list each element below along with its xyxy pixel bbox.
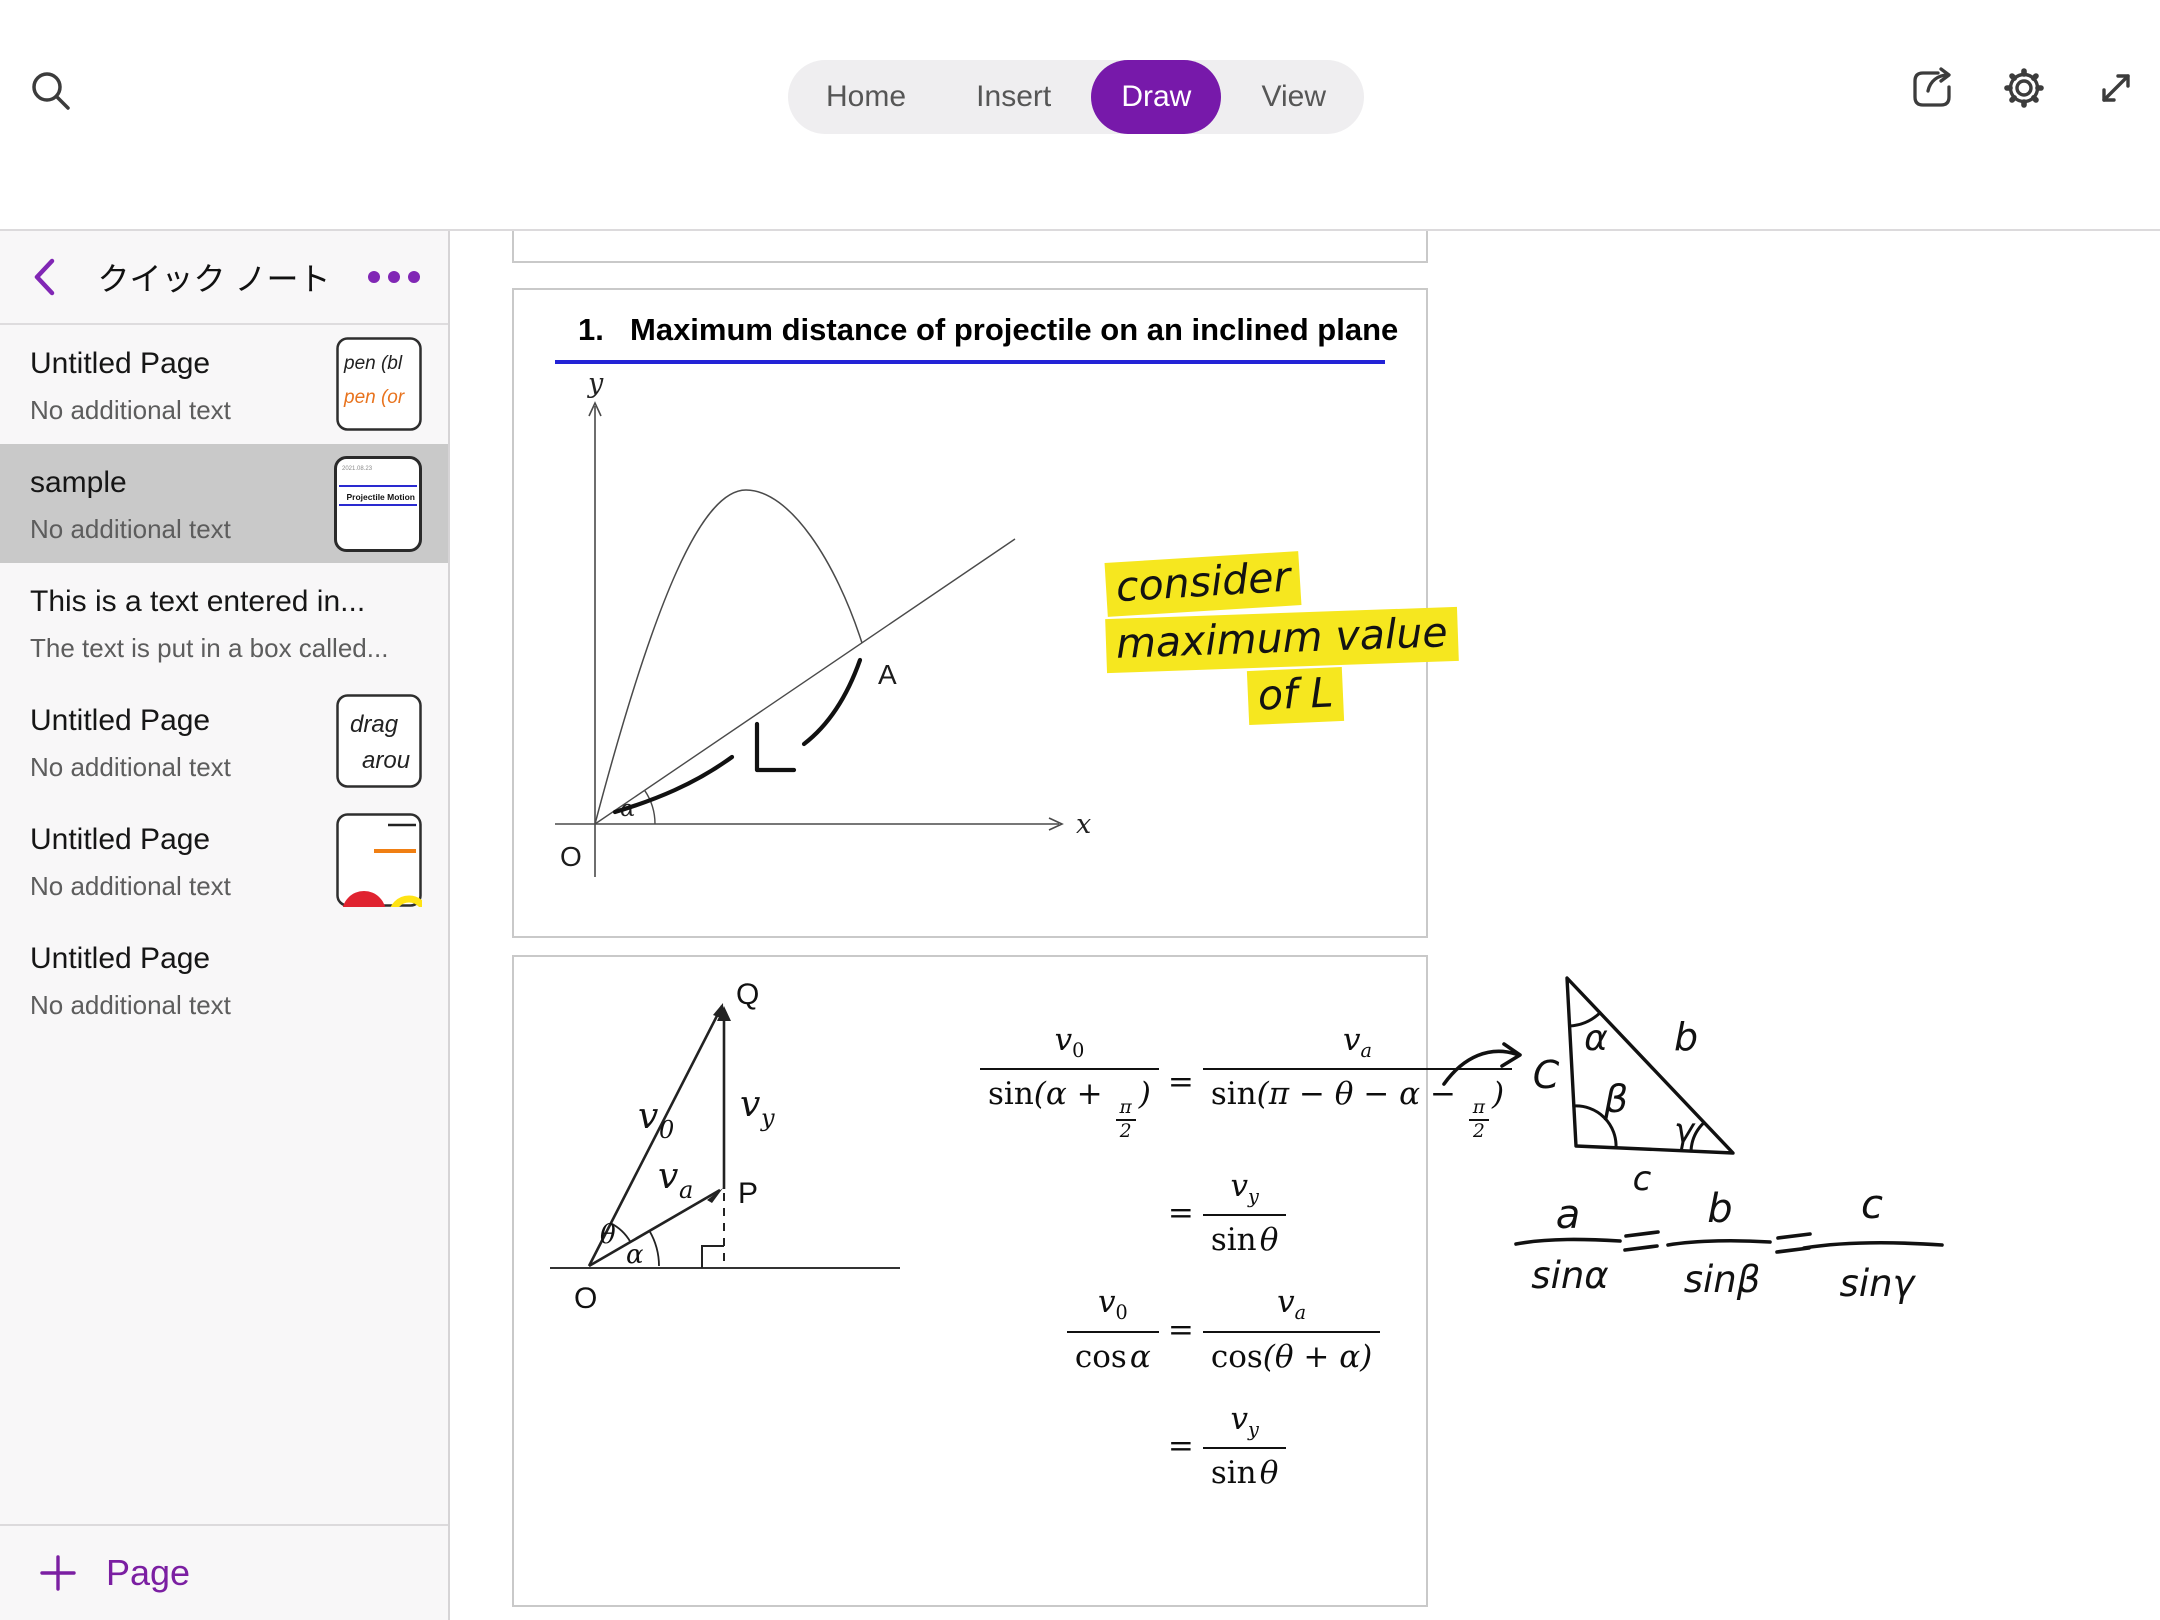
page-list-item[interactable]: This is a text entered in... The text is… <box>0 563 448 682</box>
sine-rule-den3: sinγ <box>1840 1262 1917 1305</box>
graph-origin-label: O <box>560 841 582 872</box>
sine-rule-den2: sinβ <box>1684 1258 1761 1301</box>
back-chevron-icon[interactable] <box>28 255 62 299</box>
diagram-va-label: v <box>658 1156 678 1197</box>
equals-sign: = <box>1159 1064 1203 1100</box>
thumb-ink-text: arou <box>362 747 410 774</box>
triangle-alpha-label: α <box>1584 1018 1608 1059</box>
page-list-item[interactable]: Untitled Page No additional text <box>0 801 448 920</box>
notebook-section-title: クイック ノート <box>62 254 366 300</box>
add-page-button[interactable]: Page <box>0 1524 448 1620</box>
page-list-item[interactable]: Untitled Page No additional text pen (bl… <box>0 325 448 444</box>
expand-icon[interactable] <box>2092 64 2140 112</box>
diagram-theta-label: θ <box>600 1220 616 1250</box>
diagram-v0-label: v <box>638 1096 658 1137</box>
page-thumbnail <box>336 813 422 907</box>
onenote-window: Home Insert Draw View <box>0 0 2160 1620</box>
triangle-beta-label: β <box>1603 1077 1628 1121</box>
sidebar-header: クイック ノート <box>0 231 448 325</box>
diagram-va-sub: a <box>679 1176 693 1204</box>
thumb-ink-text: pen (or <box>343 387 405 408</box>
search-icon[interactable] <box>26 66 78 118</box>
diagram-alpha-label: α <box>626 1240 644 1270</box>
tab-insert[interactable]: Insert <box>946 60 1081 134</box>
sine-rule-num3: c <box>1861 1182 1883 1228</box>
note-canvas: 1. Maximum distance of projectile on an … <box>450 231 2160 1620</box>
graph-point-a-label: A <box>878 659 897 690</box>
handwritten-sine-rule[interactable]: α β γ C b c a sinα b sinβ c sinγ <box>1428 948 2008 1368</box>
graph-L-glyph <box>757 724 794 770</box>
page-subtitle: The text is put in a box called... <box>30 633 428 664</box>
equals-sign: = <box>1159 1195 1203 1231</box>
page-thumbnail: pen (bl pen (or <box>336 337 422 431</box>
tab-home[interactable]: Home <box>796 60 936 134</box>
figure1-title-underline <box>555 360 1385 364</box>
page-thumbnail: 2021.08.23 Projectile Motion <box>334 456 422 552</box>
thumb-ink-text: pen (bl <box>343 353 403 374</box>
diagram-v0-sub: 0 <box>659 1116 674 1144</box>
triangle-side-left-label: C <box>1533 1053 1560 1097</box>
equals-sign: = <box>1159 1428 1203 1464</box>
thumb-doc-title: Projectile Motion <box>347 492 415 502</box>
note-box-partial[interactable] <box>512 231 1428 263</box>
annotation-text: of L <box>1247 667 1345 725</box>
topnav-right-icons <box>1908 64 2140 112</box>
page-title: This is a text entered in... <box>30 585 428 619</box>
figure1-heading: Maximum distance of projectile on an inc… <box>630 312 1398 348</box>
add-page-label: Page <box>106 1552 190 1594</box>
thumb-ink-text: drag <box>350 711 399 738</box>
diagram-o-label: O <box>574 1282 597 1315</box>
graph-x-label: x <box>1076 809 1091 840</box>
top-nav-bar: Home Insert Draw View <box>0 0 2160 155</box>
diagram-vy-label: v <box>740 1084 760 1125</box>
diagram-vy-sub: y <box>760 1104 775 1132</box>
ribbon-tabbar: Home Insert Draw View <box>788 60 1364 134</box>
projectile-graph[interactable]: y x O A α <box>540 372 1110 902</box>
tab-view[interactable]: View <box>1232 60 1356 134</box>
sine-rule-num1: a <box>1556 1192 1581 1238</box>
tab-draw[interactable]: Draw <box>1091 60 1221 134</box>
thumb-date: 2021.08.23 <box>342 466 373 472</box>
plus-icon <box>38 1553 78 1593</box>
diagram-p-label: P <box>738 1177 758 1210</box>
page-list-item[interactable]: Untitled Page No additional text <box>0 920 448 1039</box>
page-list-sidebar: クイック ノート Untitled Page No additional tex… <box>0 231 450 1620</box>
page-subtitle: No additional text <box>30 990 428 1021</box>
share-icon[interactable] <box>1908 64 1956 112</box>
sine-rule-num2: b <box>1707 1186 1732 1232</box>
triangle-side-bottom-label: c <box>1633 1159 1652 1199</box>
velocity-vector-diagram[interactable]: Q P O v 0 v y v a θ α <box>542 960 1012 1410</box>
equals-sign: = <box>1159 1312 1203 1348</box>
page-list-item-selected[interactable]: sample No additional text 2021.08.23 Pro… <box>0 444 448 563</box>
page-list-item[interactable]: Untitled Page No additional text drag ar… <box>0 682 448 801</box>
sine-rule-den1: sinα <box>1531 1254 1608 1297</box>
settings-gear-icon[interactable] <box>2000 64 2048 112</box>
page-thumbnail: drag arou <box>336 694 422 788</box>
triangle-gamma-label: γ <box>1674 1111 1696 1151</box>
ink-annotation-line[interactable]: of L <box>1247 667 1345 725</box>
triangle-side-right-label: b <box>1674 1015 1698 1059</box>
figure1-title: 1. Maximum distance of projectile on an … <box>578 312 1398 348</box>
graph-y-label: y <box>587 372 604 399</box>
diagram-q-label: Q <box>736 978 759 1011</box>
figure1-number: 1. <box>578 312 630 348</box>
draw-toolbar: T Text Mode Lasso Select Insert Space <box>0 155 2160 230</box>
more-options-icon[interactable] <box>366 267 422 287</box>
page-title: Untitled Page <box>30 942 428 976</box>
